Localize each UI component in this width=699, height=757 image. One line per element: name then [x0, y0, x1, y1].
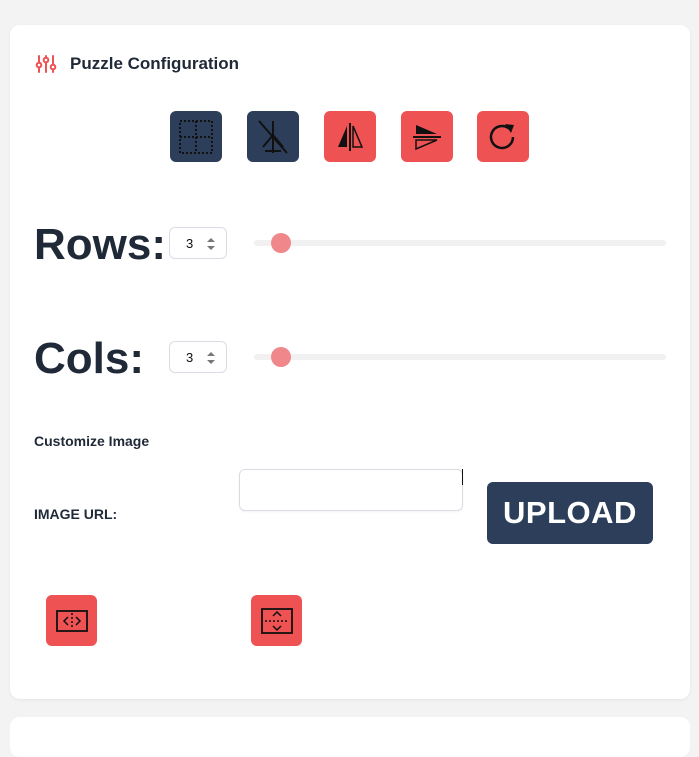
spinner-arrows-icon[interactable]: [206, 350, 216, 366]
spinner-arrows-icon[interactable]: [206, 236, 216, 252]
upload-button[interactable]: UPLOAD: [487, 482, 653, 544]
split-horizontal-icon: [55, 609, 88, 632]
flip-vertical-icon: [413, 124, 441, 150]
cols-slider-thumb[interactable]: [271, 347, 291, 367]
dotted-grid-icon: [179, 119, 213, 154]
image-url-input[interactable]: [239, 469, 463, 511]
puzzle-config-card: Puzzle Configuration Rows: 3 Cols: 3 Cus…: [10, 25, 690, 699]
rows-slider[interactable]: [254, 233, 666, 253]
split-vertical-icon: [260, 607, 293, 634]
rotate-button[interactable]: [477, 111, 529, 162]
split-vertical-button[interactable]: [251, 595, 302, 646]
rows-value: 3: [186, 236, 194, 251]
no-shape-button[interactable]: [247, 111, 299, 162]
flip-horizontal-icon: [338, 122, 364, 151]
rows-number-input[interactable]: 3: [169, 227, 227, 259]
rotate-icon: [489, 123, 515, 149]
secondary-card: [10, 717, 690, 757]
sliders-icon: [35, 55, 57, 73]
rows-slider-thumb[interactable]: [271, 233, 291, 253]
flip-horizontal-button[interactable]: [324, 111, 376, 162]
customize-image-heading: Customize Image: [34, 433, 150, 449]
grid-toggle-button[interactable]: [170, 111, 222, 162]
cols-number-input[interactable]: 3: [169, 341, 227, 373]
cols-value: 3: [186, 350, 194, 365]
rows-label: Rows:: [34, 220, 166, 269]
crossed-tree-icon: [258, 119, 288, 154]
image-url-label: IMAGE URL:: [34, 506, 118, 522]
page-title: Puzzle Configuration: [70, 54, 240, 73]
flip-vertical-button[interactable]: [401, 111, 453, 162]
cols-label: Cols:: [34, 334, 144, 383]
cols-slider[interactable]: [254, 347, 666, 367]
text-caret: [462, 469, 463, 485]
split-horizontal-button[interactable]: [46, 595, 97, 646]
